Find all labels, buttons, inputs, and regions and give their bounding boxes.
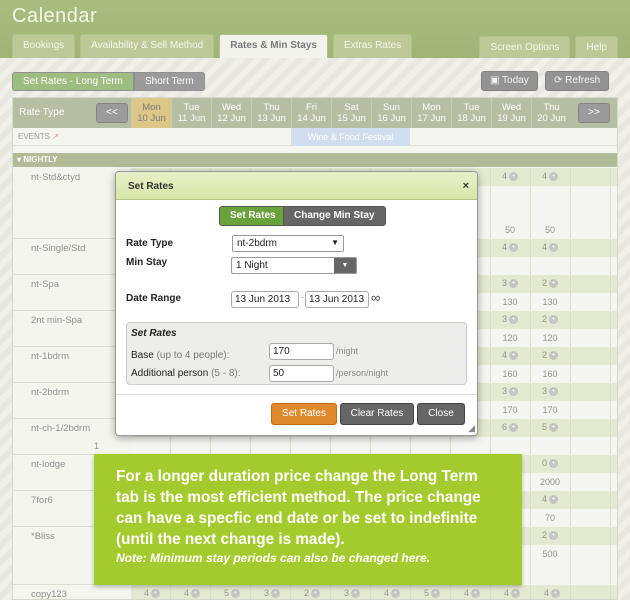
set-rates-button[interactable]: Set Rates (271, 403, 337, 425)
chevron-down-icon: ▼ (334, 258, 356, 273)
base-label: Base (up to 4 people): (131, 350, 230, 361)
chevron-down-icon: ▼ (331, 238, 339, 247)
modal-title: Set Rates (116, 172, 477, 200)
set-rates-toggle[interactable]: Set Rates (219, 206, 287, 226)
set-rates-fieldset: Set Rates Base (up to 4 people): 170 /ni… (126, 322, 467, 385)
infinity-icon[interactable]: ∞ (371, 290, 380, 305)
callout-note: Note: Minimum stay periods can also be c… (116, 551, 431, 565)
change-min-stay-toggle[interactable]: Change Min Stay (283, 206, 386, 226)
fieldset-title: Set Rates (131, 328, 177, 339)
date-to-input[interactable]: 13 Jun 2013 (305, 291, 369, 308)
close-button[interactable]: Close (417, 403, 465, 425)
tutorial-callout: For a longer duration price change the L… (94, 454, 522, 585)
additional-unit: /person/night (336, 368, 389, 378)
min-stay-label: Min Stay (126, 257, 168, 268)
resize-handle-icon[interactable]: ◢ (468, 423, 475, 434)
base-unit: /night (336, 346, 359, 356)
callout-text: For a longer duration price change the L… (116, 468, 481, 548)
date-from-input[interactable]: 13 Jun 2013 (231, 291, 299, 308)
rate-type-value: nt-2bdrm (237, 238, 278, 249)
min-stay-select[interactable]: 1 Night ▼ (231, 257, 357, 274)
date-separator: - (301, 292, 304, 302)
additional-person-label: Additional person (5 - 8): (131, 368, 241, 379)
set-rates-modal: Set Rates × Set Rates Change Min Stay Ra… (115, 171, 478, 436)
close-icon[interactable]: × (463, 180, 469, 192)
min-stay-value: 1 Night (236, 260, 268, 271)
rate-type-label: Rate Type (126, 238, 174, 249)
base-rate-input[interactable]: 170 (269, 343, 334, 360)
additional-person-input[interactable]: 50 (269, 365, 334, 382)
date-range-label: Date Range (126, 293, 182, 304)
clear-rates-button[interactable]: Clear Rates (340, 403, 414, 425)
rate-type-select[interactable]: nt-2bdrm ▼ (232, 235, 344, 252)
